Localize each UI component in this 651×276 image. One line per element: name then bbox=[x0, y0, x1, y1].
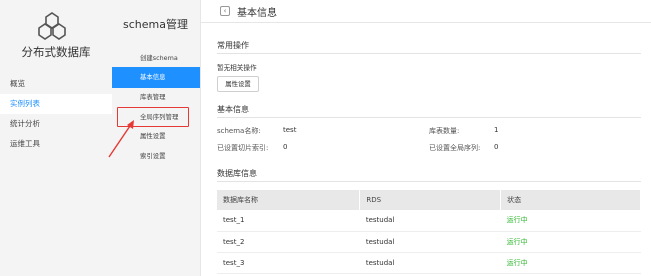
chevron-left-icon: ‹ bbox=[223, 7, 227, 15]
nav-item-statistics[interactable]: 统计分析 bbox=[0, 114, 112, 134]
logo-icon bbox=[38, 12, 66, 40]
db-name-cell: test_2 bbox=[217, 231, 360, 253]
section-title-common-ops: 常用操作 bbox=[217, 41, 249, 50]
left-nav: 分布式数据库 概览 实例列表 统计分析 运维工具 bbox=[0, 0, 112, 276]
global-seq-value: 0 bbox=[494, 143, 499, 151]
column-header-db-name: 数据库名称 bbox=[217, 190, 361, 210]
rds-cell: testudal bbox=[359, 210, 501, 232]
global-seq-label: 已设置全局序列: bbox=[429, 144, 481, 152]
sub-item-table-management[interactable]: 库表管理 bbox=[112, 87, 200, 108]
sub-item-create-schema[interactable]: 创建schema bbox=[112, 48, 200, 69]
section-divider bbox=[217, 181, 641, 182]
sub-nav-title: schema管理 bbox=[123, 18, 188, 31]
section-divider bbox=[217, 117, 641, 118]
app-title: 分布式数据库 bbox=[21, 45, 91, 59]
page-title: 基本信息 bbox=[237, 8, 277, 19]
rds-cell: testudal bbox=[359, 231, 501, 253]
table-count-value: 1 bbox=[494, 126, 499, 134]
column-header-rds: RDS bbox=[359, 190, 502, 210]
status-cell: 运行中 bbox=[500, 252, 641, 274]
section-title-basic-info: 基本信息 bbox=[217, 105, 249, 114]
status-cell: 运行中 bbox=[500, 231, 641, 253]
annotation-arrow-icon bbox=[108, 120, 134, 158]
header-divider bbox=[201, 22, 651, 23]
nav-item-ops-tools[interactable]: 运维工具 bbox=[0, 134, 112, 154]
schema-name-value: test bbox=[283, 126, 297, 134]
table-row[interactable]: test_2 testudal 运行中 bbox=[217, 231, 641, 253]
section-title-db-info: 数据库信息 bbox=[217, 169, 257, 178]
nav-item-overview[interactable]: 概览 bbox=[0, 74, 112, 94]
main-content: ‹ 基本信息 常用操作 暂无相关操作 属性设置 基本信息 schema名称: t… bbox=[200, 0, 651, 276]
property-settings-button[interactable]: 属性设置 bbox=[217, 76, 259, 92]
column-header-status: 状态 bbox=[500, 190, 641, 210]
section-divider bbox=[217, 53, 641, 54]
db-name-cell: test_3 bbox=[217, 252, 360, 274]
rds-cell: testudal bbox=[359, 252, 501, 274]
shard-index-label: 已设置切片索引: bbox=[217, 144, 269, 152]
status-cell: 运行中 bbox=[500, 210, 641, 232]
table-count-label: 库表数量: bbox=[429, 127, 460, 135]
table-header-row: 数据库名称 RDS 状态 bbox=[217, 190, 641, 210]
no-ops-text: 暂无相关操作 bbox=[217, 64, 257, 72]
shard-index-value: 0 bbox=[283, 143, 288, 151]
sub-item-basic-info[interactable]: 基本信息 bbox=[112, 67, 200, 88]
db-table: 数据库名称 RDS 状态 test_1 testudal 运行中 test_2 … bbox=[217, 190, 641, 274]
schema-name-label: schema名称: bbox=[217, 127, 261, 135]
db-name-cell: test_1 bbox=[217, 210, 360, 232]
back-button[interactable]: ‹ bbox=[220, 6, 230, 16]
nav-item-instance-list[interactable]: 实例列表 bbox=[0, 94, 112, 114]
table-row[interactable]: test_1 testudal 运行中 bbox=[217, 210, 641, 232]
table-row[interactable]: test_3 testudal 运行中 bbox=[217, 252, 641, 274]
